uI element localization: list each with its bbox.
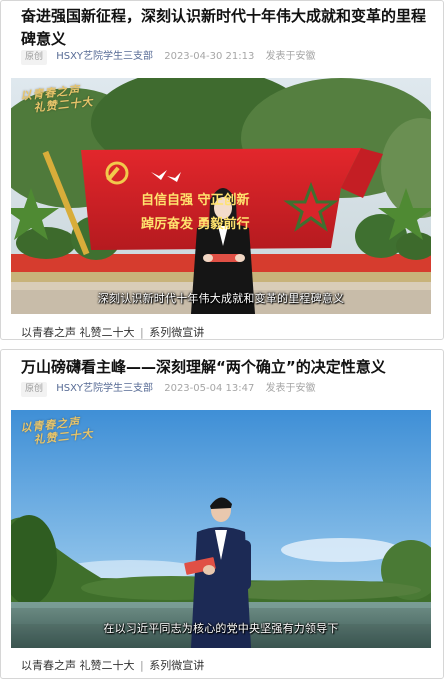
topic-link[interactable]: 以青春之声 礼赞二十大 [21,326,135,339]
topic-separator: | [140,326,144,339]
sign-text-line1: 自信自强 守正创新 [141,192,250,208]
topic-link[interactable]: 系列微宣讲 [149,326,204,339]
original-badge: 原创 [21,50,48,65]
video-subtitle: 深刻认识新时代十年伟大成就和变革的里程碑意义 [97,292,345,305]
article-card[interactable]: 奋进强国新征程，深刻认识新时代十年伟大成就和变革的里程碑意义 原创 HSXY艺院… [0,0,444,340]
video-player[interactable]: 以青春之声 礼赞二十大 在以习近平同志为核心的党中央坚强有力领导下 [11,410,431,648]
account-name-link[interactable]: HSXY艺院学生三支部 [56,51,153,62]
sign-text-line2: 踔厉奋发 勇毅前行 [141,216,250,232]
publish-time: 2023-05-04 13:47 [164,383,255,394]
topic-link[interactable]: 以青春之声 礼赞二十大 [21,659,135,672]
topic-link[interactable]: 系列微宣讲 [149,659,204,672]
article-meta: 原创 HSXY艺院学生三支部 2023-04-30 21:13 发表于安徽 [21,48,433,66]
article-meta: 原创 HSXY艺院学生三支部 2023-05-04 13:47 发表于安徽 [21,380,433,398]
publish-location: 发表于安徽 [265,51,316,62]
article-topics: 以青春之声 礼赞二十大 | 系列微宣讲 [21,658,433,674]
topic-separator: | [140,659,144,672]
video-frame-speaker-before-monument: 自信自强 守正创新 踔厉奋发 勇毅前行 [11,78,431,314]
video-frame-speaker-by-lake [11,410,431,648]
publish-location: 发表于安徽 [265,383,316,394]
video-player[interactable]: 自信自强 守正创新 踔厉奋发 勇毅前行 以青春之声 礼赞二十大 深刻认识新时代十… [11,78,431,314]
account-name-link[interactable]: HSXY艺院学生三支部 [56,383,153,394]
article-topics: 以青春之声 礼赞二十大 | 系列微宣讲 [21,325,433,341]
original-badge: 原创 [21,382,48,397]
article-card[interactable]: 万山磅礴看主峰——深刻理解“两个确立”的决定性意义 原创 HSXY艺院学生三支部… [0,349,444,679]
article-title[interactable]: 奋进强国新征程，深刻认识新时代十年伟大成就和变革的里程碑意义 [21,5,429,51]
article-title[interactable]: 万山磅礴看主峰——深刻理解“两个确立”的决定性意义 [21,356,429,379]
publish-time: 2023-04-30 21:13 [164,51,255,62]
video-subtitle: 在以习近平同志为核心的党中央坚强有力领导下 [103,622,339,635]
